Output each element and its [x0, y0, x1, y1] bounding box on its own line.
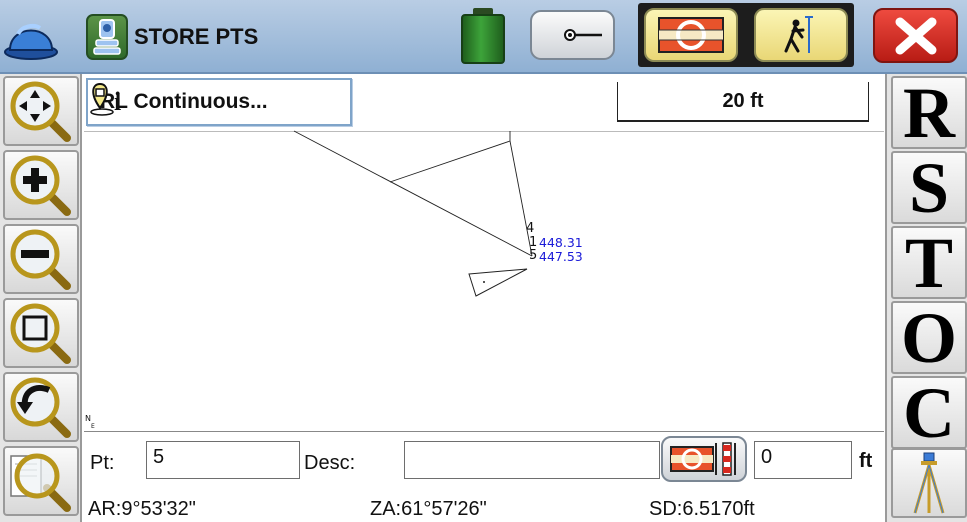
zoom-previous-icon — [10, 377, 71, 438]
map-line — [293, 130, 533, 257]
store-points-label: STORE PTS — [134, 24, 259, 49]
ar-readout: AR:9°53'32" — [88, 498, 196, 520]
close-x-icon — [895, 17, 936, 54]
zoom-window-button[interactable] — [3, 298, 79, 368]
map-line — [389, 140, 511, 183]
desc-field[interactable] — [404, 441, 660, 479]
point-label: 4 — [526, 221, 534, 236]
tripod-icon — [913, 452, 945, 514]
store-points-button[interactable]: STORE PTS — [86, 8, 326, 66]
rod-height-button[interactable] — [661, 436, 747, 482]
point-label: 5 — [529, 248, 537, 263]
rod-target-icon — [670, 442, 736, 476]
instrument-mode-button[interactable] — [644, 8, 738, 62]
read-button[interactable]: R — [891, 76, 967, 149]
elevation-label: 448.31 — [539, 235, 583, 250]
rodman-mode-button[interactable] — [754, 8, 848, 62]
north-arrow-sub: E — [91, 423, 95, 430]
zoom-out-button[interactable] — [3, 224, 79, 294]
zoom-in-button[interactable] — [3, 150, 79, 220]
bottom-panel: Pt: 5 Desc: 0 ft AR:9°53'32" ZA:61°57'26… — [84, 431, 884, 522]
rod-height-field[interactable]: 0 — [754, 441, 852, 479]
tripod-button[interactable] — [891, 448, 967, 518]
zoom-extents-button[interactable] — [3, 446, 79, 516]
za-readout: ZA:61°57'26" — [370, 498, 487, 520]
zoom-window-icon — [10, 303, 71, 364]
walking-rodman-icon — [784, 16, 813, 53]
rod-height-unit: ft — [859, 450, 873, 472]
top-bar: STORE PTS — [0, 0, 967, 74]
close-button[interactable] — [873, 8, 958, 63]
desc-label: Desc: — [304, 452, 356, 474]
instrument-symbol — [468, 268, 528, 297]
battery-icon — [461, 8, 505, 64]
zoom-extents-icon — [10, 453, 71, 512]
pt-label: Pt: — [90, 452, 115, 474]
offset-button[interactable]: O — [891, 301, 967, 374]
pt-field[interactable]: 5 — [146, 441, 300, 479]
sd-readout: SD:6.5170ft — [649, 498, 755, 520]
zoom-pan-icon — [10, 81, 71, 142]
zoom-previous-button[interactable] — [3, 372, 79, 442]
hardhat-icon[interactable] — [4, 12, 58, 60]
elevation-label: 447.53 — [539, 249, 583, 264]
left-toolbar — [0, 74, 82, 522]
zoom-out-icon — [10, 229, 71, 290]
prism-pole-icon — [564, 29, 602, 41]
zoom-pan-button[interactable] — [3, 76, 79, 146]
check-button[interactable]: C — [891, 376, 967, 449]
instrument-mode-icon — [658, 17, 724, 53]
north-arrow-label: N — [85, 414, 91, 423]
robot-instrument-icon — [86, 14, 128, 60]
right-toolbar: R S T O C — [885, 74, 967, 522]
zoom-in-icon — [10, 155, 71, 216]
store-button[interactable]: S — [891, 151, 967, 224]
prism-pole-button[interactable] — [530, 10, 615, 60]
map-view[interactable]: i RL Continuous... 20 ft 4 1 5 448.31 44… — [84, 76, 884, 431]
instrument-center — [483, 281, 485, 283]
map-drawing: 4 1 5 448.31 447.53 N E — [85, 130, 583, 430]
mode-toggle-group — [638, 3, 854, 67]
traverse-button[interactable]: T — [891, 226, 967, 299]
